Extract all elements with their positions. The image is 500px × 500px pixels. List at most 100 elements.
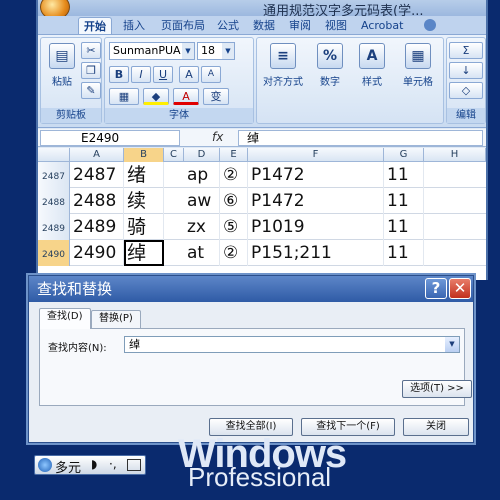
- paste-button[interactable]: ▤ 粘贴: [43, 40, 81, 100]
- clear-icon[interactable]: ◇: [449, 82, 483, 99]
- tab-replace[interactable]: 替换(P): [91, 310, 141, 328]
- row-header[interactable]: 2487: [38, 162, 70, 188]
- language-bar[interactable]: 多元 ◗ ·,: [34, 455, 146, 476]
- cell-g[interactable]: 11: [384, 188, 424, 214]
- title-bar: 通用规范汉字多元码表(学...: [38, 0, 486, 19]
- row-header[interactable]: 2489: [38, 214, 70, 240]
- punctuation-icon[interactable]: ·,: [109, 457, 117, 471]
- formula-input[interactable]: 绰: [238, 130, 483, 146]
- cell-a[interactable]: 2490: [70, 240, 124, 266]
- grow-font-button[interactable]: A: [179, 66, 199, 83]
- bold-button[interactable]: B: [109, 66, 129, 83]
- fill-icon[interactable]: ↓: [449, 62, 483, 79]
- column-header-g[interactable]: G: [384, 148, 424, 162]
- italic-button[interactable]: I: [131, 66, 151, 83]
- styles-button[interactable]: A 样式: [353, 40, 391, 100]
- tab-formulas[interactable]: 公式: [212, 17, 244, 34]
- row-header[interactable]: 2488: [38, 188, 70, 214]
- select-all-corner[interactable]: [38, 148, 70, 162]
- cell-a[interactable]: 2487: [70, 162, 124, 188]
- formula-bar: E2490 fx 绰: [38, 129, 486, 147]
- cell-g[interactable]: 11: [384, 162, 424, 188]
- cells-button[interactable]: ▦ 单元格: [395, 40, 441, 100]
- cut-icon[interactable]: ✂: [81, 42, 101, 59]
- percent-icon: %: [317, 43, 343, 69]
- cell-f[interactable]: P151;211: [248, 240, 384, 266]
- row-header[interactable]: 2490: [38, 240, 70, 266]
- cell-g[interactable]: 11: [384, 240, 424, 266]
- cell-d[interactable]: at: [184, 240, 220, 266]
- ribbon: ▤ 粘贴 ✂ ❐ ✎ 剪贴板 SunmanPUA ▼ 18 ▼ B I U A …: [38, 35, 486, 128]
- fx-icon[interactable]: fx: [212, 130, 223, 144]
- number-button[interactable]: % 数字: [311, 40, 349, 100]
- dialog-help-button[interactable]: ?: [425, 278, 447, 299]
- options-button[interactable]: 选项(T) >>: [402, 380, 472, 398]
- tab-acrobat[interactable]: Acrobat: [356, 17, 408, 34]
- font-name-value: SunmanPUA: [113, 44, 181, 57]
- font-name-select[interactable]: SunmanPUA ▼: [109, 42, 195, 60]
- half-width-icon[interactable]: ◗: [91, 457, 97, 471]
- column-header-e[interactable]: E: [220, 148, 248, 162]
- styles-label: 样式: [362, 77, 382, 88]
- cell-a[interactable]: 2488: [70, 188, 124, 214]
- clipboard-group: ▤ 粘贴 ✂ ❐ ✎ 剪贴板: [40, 37, 102, 124]
- tab-page-layout[interactable]: 页面布局: [156, 17, 210, 34]
- column-header-h[interactable]: H: [424, 148, 486, 162]
- tab-view[interactable]: 视图: [320, 17, 352, 34]
- cell-f[interactable]: P1472: [248, 188, 384, 214]
- tab-home[interactable]: 开始: [78, 17, 112, 34]
- help-icon[interactable]: [424, 19, 436, 31]
- font-color-button[interactable]: A: [173, 88, 199, 105]
- name-box[interactable]: E2490: [40, 130, 180, 146]
- tab-data[interactable]: 数据: [248, 17, 280, 34]
- cell-d[interactable]: aw: [184, 188, 220, 214]
- column-header-a[interactable]: A: [70, 148, 124, 162]
- cell-e[interactable]: ⑥: [220, 188, 248, 214]
- cells-icon: ▦: [405, 43, 431, 69]
- cell-d[interactable]: zx: [184, 214, 220, 240]
- column-header-b[interactable]: B: [124, 148, 164, 162]
- cell-e[interactable]: ⑤: [220, 214, 248, 240]
- worksheet-grid: A B C D E F G H 2487 2487 绪 ap ② P1472 1…: [38, 148, 486, 280]
- find-tab-panel: 查找内容(N): 绰 ▼ 选项(T) >>: [39, 328, 472, 406]
- cell-a[interactable]: 2489: [70, 214, 124, 240]
- tab-review[interactable]: 审阅: [284, 17, 316, 34]
- tab-find[interactable]: 查找(D): [39, 308, 91, 329]
- chevron-down-icon: ▼: [222, 43, 234, 59]
- cell-e[interactable]: ②: [220, 240, 248, 266]
- shrink-font-button[interactable]: A: [201, 66, 221, 83]
- close-button[interactable]: 关闭: [403, 418, 469, 436]
- globe-icon: [38, 458, 52, 472]
- fill-color-icon[interactable]: ◆: [143, 88, 169, 105]
- sum-icon[interactable]: Σ: [449, 42, 483, 59]
- dialog-title-bar: 查找和替换 ? ✕: [29, 276, 473, 302]
- cell-f[interactable]: P1472: [248, 162, 384, 188]
- copy-icon[interactable]: ❐: [81, 62, 101, 79]
- cell-f[interactable]: P1019: [248, 214, 384, 240]
- font-size-value: 18: [201, 44, 215, 57]
- cell-b[interactable]: 绪: [124, 162, 164, 188]
- cell-b[interactable]: 续: [124, 188, 164, 214]
- underline-button[interactable]: U: [153, 66, 173, 83]
- cell-e[interactable]: ②: [220, 162, 248, 188]
- format-groups: ≡ 对齐方式 % 数字 A 样式 ▦ 单元格: [256, 37, 444, 124]
- cell-b[interactable]: 骑: [124, 214, 164, 240]
- cell-d[interactable]: ap: [184, 162, 220, 188]
- chevron-down-icon[interactable]: ▼: [445, 337, 459, 352]
- format-painter-icon[interactable]: ✎: [81, 82, 101, 99]
- desktop-edition-text: Professional: [188, 462, 332, 492]
- align-button[interactable]: ≡ 对齐方式: [259, 40, 307, 100]
- cell-g[interactable]: 11: [384, 214, 424, 240]
- ime-name: 多元: [55, 461, 82, 476]
- find-what-input[interactable]: 绰 ▼: [124, 336, 460, 353]
- keyboard-icon[interactable]: [127, 459, 141, 471]
- tab-insert[interactable]: 插入: [118, 17, 150, 34]
- column-header-c[interactable]: C: [164, 148, 184, 162]
- border-icon[interactable]: ▦: [109, 88, 139, 105]
- dialog-close-icon[interactable]: ✕: [449, 278, 471, 299]
- column-header-f[interactable]: F: [248, 148, 384, 162]
- phonetic-button[interactable]: 变: [203, 88, 229, 105]
- column-header-d[interactable]: D: [184, 148, 220, 162]
- font-size-select[interactable]: 18 ▼: [197, 42, 235, 60]
- font-group: SunmanPUA ▼ 18 ▼ B I U A A ▦ ◆ A 变 字体: [104, 37, 254, 124]
